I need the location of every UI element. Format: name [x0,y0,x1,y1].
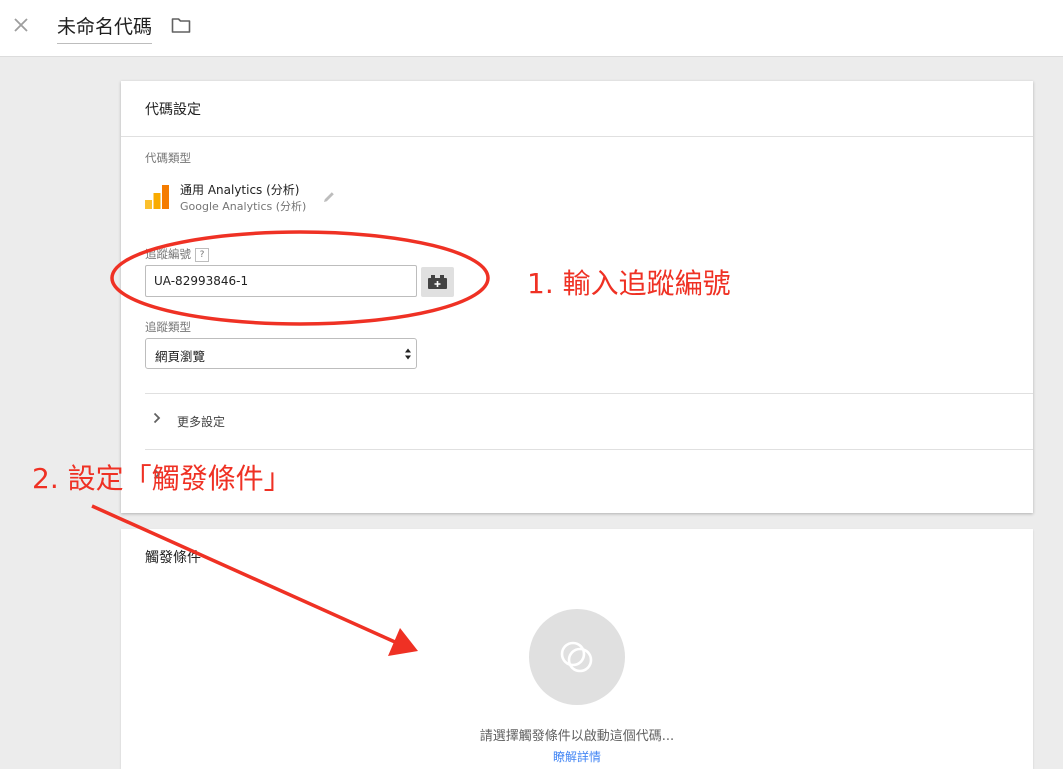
analytics-icon [145,185,169,209]
more-settings-row[interactable]: 更多設定 [145,407,1033,431]
divider [145,449,1033,450]
trigger-prompt: 請選擇觸發條件以啟動這個代碼... [479,729,675,744]
more-settings-label: 更多設定 [177,415,226,429]
triggering-card: 觸發條件 請選擇觸發條件以啟動這個代碼... 瞭解詳情 [121,529,1033,769]
add-trigger-button[interactable] [529,609,625,705]
tag-type-name: 通用 Analytics (分析) [180,183,300,197]
tracking-id-label: 追蹤編號? [145,246,209,262]
track-type-value: 網頁瀏覽 [155,349,206,364]
divider [121,136,1033,137]
chevron-right-icon [153,412,161,424]
close-icon[interactable] [10,14,32,36]
folder-icon[interactable] [171,16,191,34]
track-type-select[interactable]: 網頁瀏覽 [145,338,417,369]
annotation-step2: 2. 設定「觸發條件」 [32,462,292,495]
tag-type-subtitle: Google Analytics (分析) [180,200,307,213]
annotation-step1: 1. 輸入追蹤編號 [527,267,731,300]
trigger-icon [560,641,593,673]
tracking-id-input[interactable] [145,265,417,297]
pencil-icon[interactable] [321,189,337,205]
learn-more-link[interactable]: 瞭解詳情 [121,748,1033,765]
help-icon[interactable]: ? [195,248,209,262]
tag-name-title[interactable]: 未命名代碼 [57,12,153,44]
tracking-id-label-text: 追蹤編號 [145,247,191,261]
variable-picker-button[interactable] [421,267,454,297]
lego-brick-icon [428,275,447,289]
divider [145,393,1033,394]
tag-type-label: 代碼類型 [145,151,191,165]
top-bar: 未命名代碼 [0,0,1063,57]
track-type-label: 追蹤類型 [145,320,191,334]
select-arrows-icon [405,348,411,360]
triggering-title: 觸發條件 [145,550,201,566]
card-title: 代碼設定 [145,102,201,118]
